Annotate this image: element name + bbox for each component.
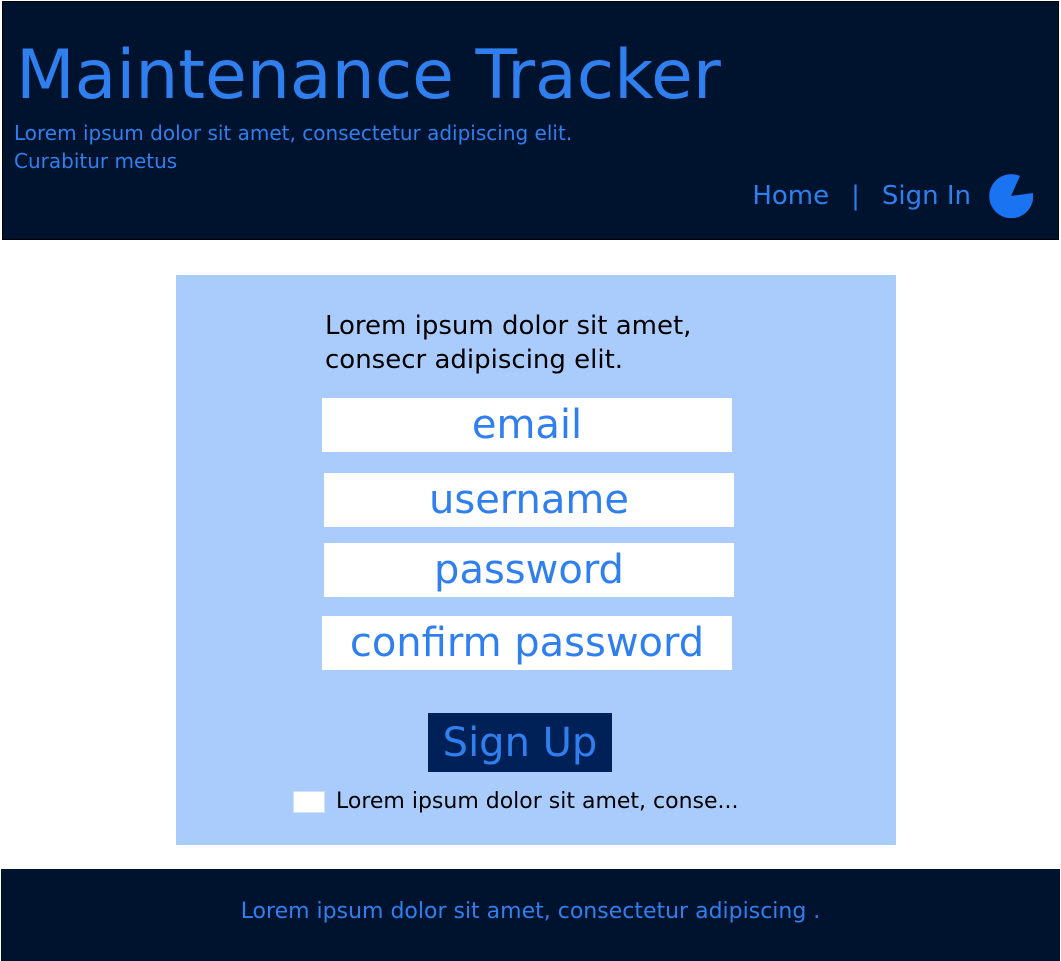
username-field[interactable]	[324, 473, 734, 527]
signup-intro: Lorem ipsum dolor sit amet, consecr adip…	[325, 309, 745, 377]
password-field[interactable]	[324, 543, 734, 597]
site-header: Maintenance Tracker Lorem ipsum dolor si…	[2, 1, 1059, 240]
confirm-password-field[interactable]	[322, 616, 732, 670]
nav-separator: |	[851, 181, 860, 211]
app-title: Maintenance Tracker	[16, 36, 721, 115]
terms-label: Lorem ipsum dolor sit amet, conse...	[336, 789, 739, 814]
tagline-line-1: Lorem ipsum dolor sit amet, consectetur …	[14, 121, 573, 145]
intro-line-1: Lorem ipsum dolor sit amet,	[325, 311, 692, 341]
sign-up-button[interactable]: Sign Up	[428, 713, 612, 772]
user-avatar-icon-graphic	[989, 174, 1033, 218]
nav-sign-in-link[interactable]: Sign In	[882, 181, 971, 211]
header-tagline: Lorem ipsum dolor sit amet, consectetur …	[14, 119, 714, 175]
nav-home-link[interactable]: Home	[752, 181, 829, 211]
top-nav: Home | Sign In	[752, 174, 1033, 218]
email-field[interactable]	[322, 398, 732, 452]
terms-checkbox[interactable]	[293, 791, 325, 813]
user-avatar-icon[interactable]	[989, 174, 1033, 218]
site-footer: Lorem ipsum dolor sit amet, consectetur …	[1, 869, 1060, 961]
footer-text: Lorem ipsum dolor sit amet, consectetur …	[240, 899, 821, 924]
signup-card: Lorem ipsum dolor sit amet, consecr adip…	[176, 275, 896, 845]
tagline-line-2: Curabitur metus	[14, 149, 178, 173]
intro-line-2: consecr adipiscing elit.	[325, 345, 624, 375]
